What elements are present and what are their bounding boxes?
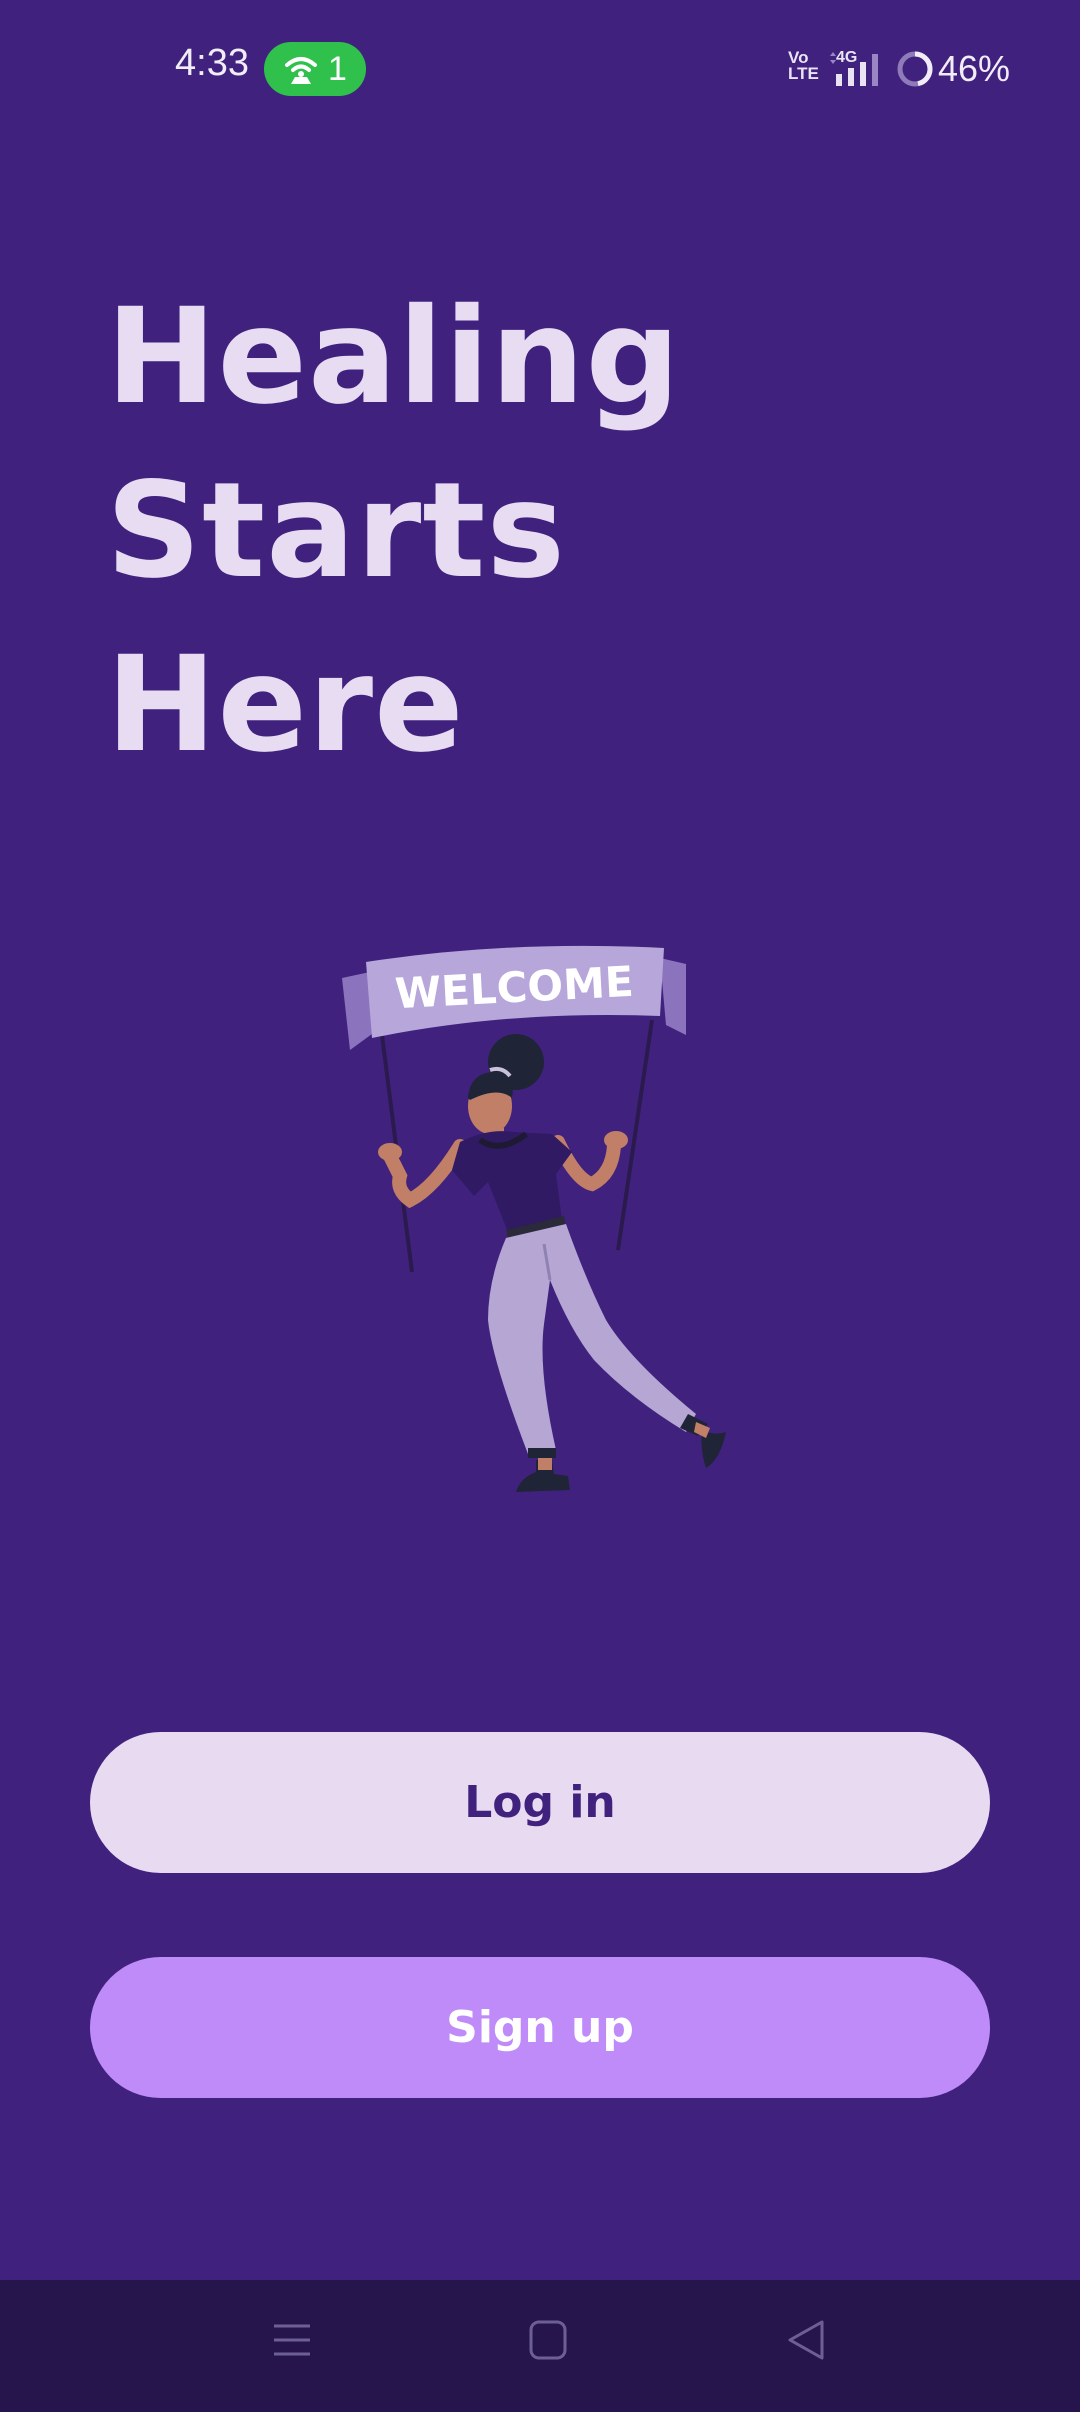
signup-button-label: Sign up xyxy=(446,2002,634,2053)
status-bar: 4:33 1 Vo LTE 4G 46% xyxy=(0,0,1080,140)
hotspot-indicator[interactable]: 1 xyxy=(264,42,366,96)
signal-icon: 4G xyxy=(830,49,878,86)
hotspot-icon xyxy=(285,57,317,84)
signup-button[interactable]: Sign up xyxy=(90,1957,990,2098)
battery-percent: 46% xyxy=(938,48,1011,89)
headline-line-2: Starts xyxy=(106,454,567,608)
network-type-label: 4G xyxy=(836,49,857,66)
hotspot-count: 1 xyxy=(328,50,347,88)
headline: Healing Starts Here xyxy=(106,270,966,792)
volte-icon: Vo LTE xyxy=(788,49,819,83)
welcome-illustration: WELCOME xyxy=(342,945,726,1492)
headline-line-3: Here xyxy=(106,628,465,782)
status-time: 4:33 xyxy=(175,42,249,84)
volte-label-bottom: LTE xyxy=(788,64,819,83)
navigation-bar xyxy=(0,2280,1080,2412)
home-icon[interactable] xyxy=(528,2318,568,2362)
headline-line-1: Healing xyxy=(106,280,682,434)
login-button-label: Log in xyxy=(464,1777,616,1828)
battery-icon xyxy=(897,51,933,87)
menu-icon[interactable] xyxy=(272,2318,312,2362)
back-icon[interactable] xyxy=(786,2318,826,2362)
login-button[interactable]: Log in xyxy=(90,1732,990,1873)
